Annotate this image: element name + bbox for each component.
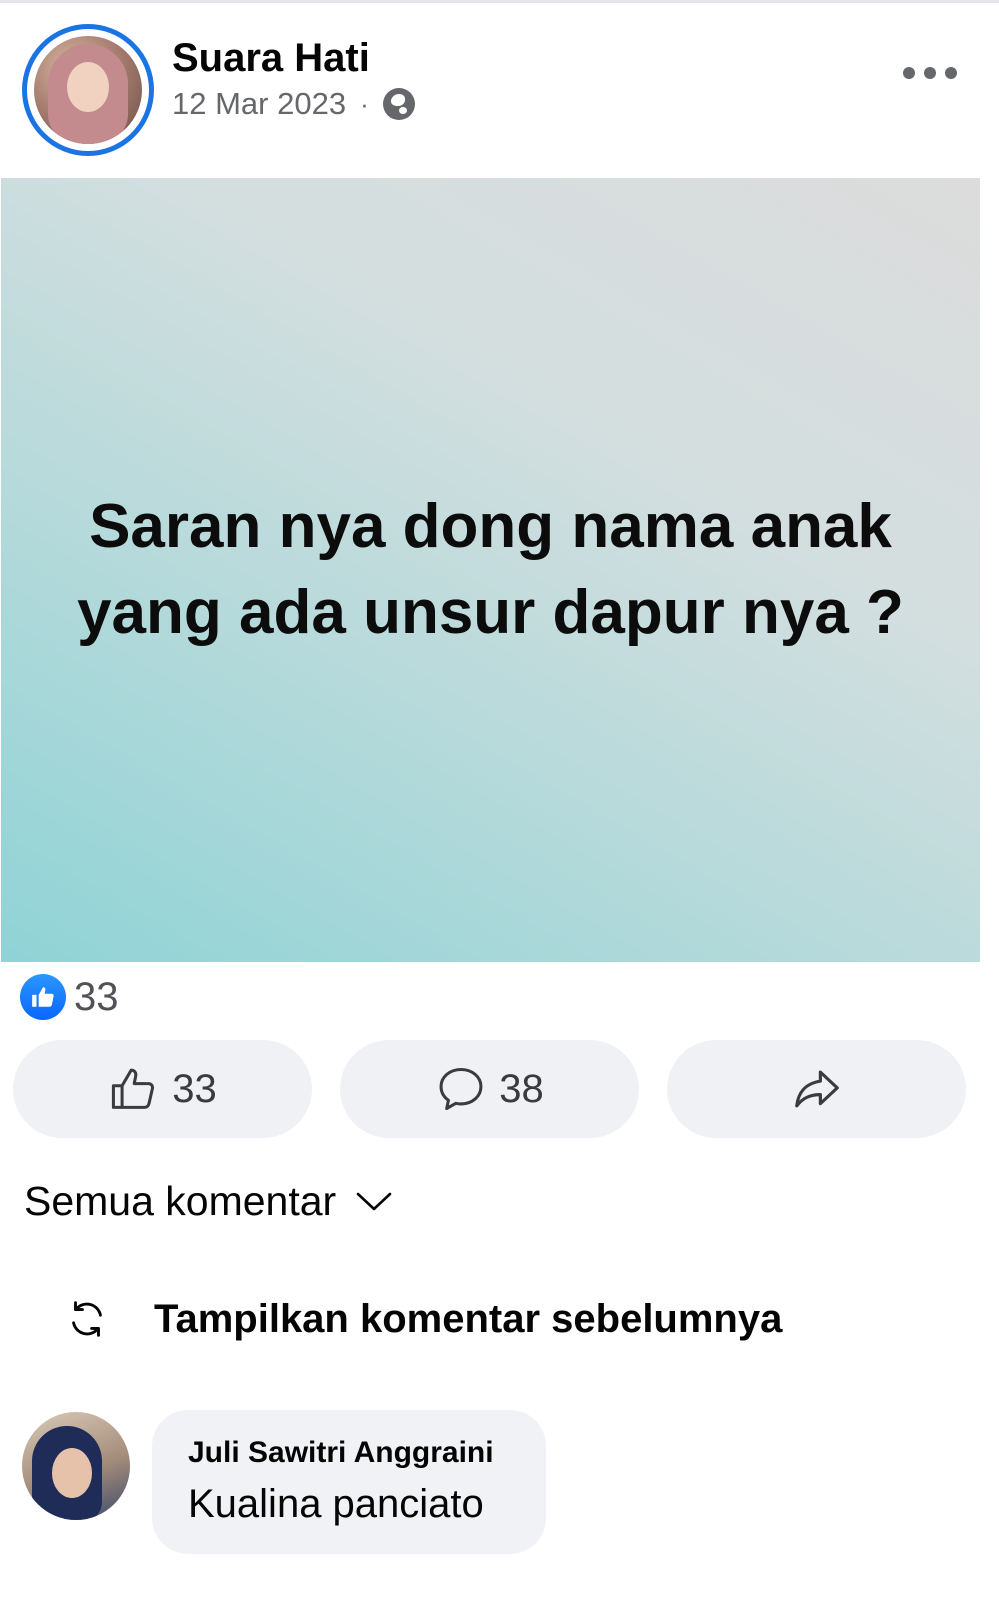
- reaction-count: 33: [74, 974, 119, 1019]
- more-dot-icon: [945, 67, 957, 79]
- more-options-button[interactable]: [903, 60, 957, 86]
- comment-button[interactable]: 38: [340, 1040, 639, 1138]
- more-dot-icon: [924, 67, 936, 79]
- post-text: Saran nya dong nama anak yang ada unsur …: [77, 492, 904, 647]
- chevron-down-icon: [356, 1192, 392, 1210]
- more-dot-icon: [903, 67, 915, 79]
- comment-sort-dropdown[interactable]: Semua komentar: [24, 1178, 394, 1225]
- comment-text: Kualina panciato: [188, 1482, 484, 1526]
- comment-sort-label: Semua komentar: [24, 1178, 337, 1224]
- author-avatar-image: [34, 36, 142, 144]
- refresh-icon: [72, 1301, 102, 1337]
- reaction-summary[interactable]: 33: [20, 974, 119, 1020]
- share-icon: [794, 1070, 839, 1108]
- author-name[interactable]: Suara Hati: [172, 36, 370, 81]
- post-background: Saran nya dong nama anak yang ada unsur …: [1, 178, 980, 962]
- share-button[interactable]: [667, 1040, 966, 1138]
- meta-separator: ·: [360, 88, 369, 119]
- post-meta: 12 Mar 2023 ·: [172, 86, 415, 122]
- post-header: Suara Hati 12 Mar 2023 ·: [0, 0, 999, 178]
- like-count: 33: [172, 1066, 217, 1111]
- thumbs-up-icon: [112, 1068, 155, 1109]
- post-date[interactable]: 12 Mar 2023: [172, 86, 346, 122]
- comment-bubble[interactable]: Juli Sawitri Anggraini Kualina panciato: [152, 1410, 546, 1554]
- show-previous-comments-label: Tampilkan komentar sebelumnya: [154, 1296, 783, 1341]
- author-avatar[interactable]: [22, 24, 154, 156]
- commenter-name[interactable]: Juli Sawitri Anggraini: [188, 1436, 494, 1470]
- show-previous-comments[interactable]: Tampilkan komentar sebelumnya: [64, 1296, 782, 1342]
- commenter-avatar[interactable]: [22, 1412, 130, 1520]
- like-button[interactable]: 33: [13, 1040, 312, 1138]
- like-reaction-icon: [20, 974, 66, 1020]
- action-bar: 33 38: [13, 1040, 966, 1138]
- comment-item: Juli Sawitri Anggraini Kualina panciato: [22, 1410, 982, 1560]
- globe-icon: [382, 88, 415, 120]
- comment-count: 38: [499, 1066, 544, 1111]
- comment-bubble-icon: [439, 1067, 483, 1111]
